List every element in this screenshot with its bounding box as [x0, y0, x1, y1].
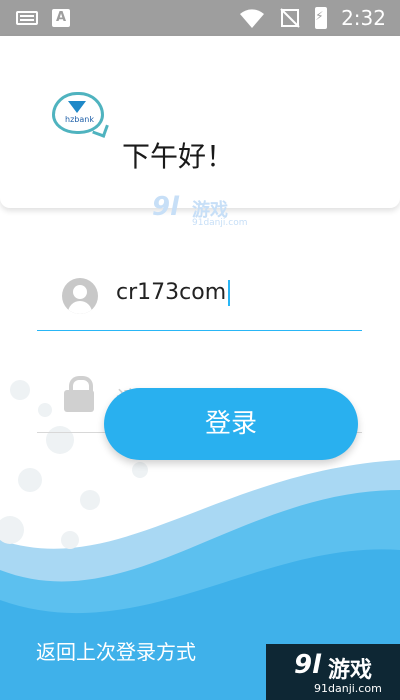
watermark-large: 9l 游戏 91danji.com: [266, 644, 400, 700]
back-to-last-login-link[interactable]: 返回上次登录方式: [36, 636, 196, 665]
watermark-small-url: 91danji.com: [192, 218, 248, 228]
username-value: cr173com: [116, 280, 227, 305]
text-cursor: [228, 280, 231, 306]
avatar-icon: [62, 278, 98, 314]
battery-charging-icon: [315, 7, 328, 29]
login-button[interactable]: 登录: [104, 388, 358, 460]
watermark-large-title: 游戏: [328, 658, 373, 683]
status-bar-right: 2:32: [239, 6, 386, 30]
logo-text: hzbank: [65, 115, 94, 124]
watermark-small-number: 9l: [152, 192, 180, 222]
status-time: 2:32: [341, 6, 386, 30]
lock-icon: [64, 376, 94, 412]
username-field[interactable]: cr173com: [116, 280, 231, 306]
username-underline: [37, 330, 362, 331]
watermark-large-number: 9l: [294, 650, 322, 680]
watermark-large-url: 91danji.com: [314, 682, 382, 695]
lock-body: [64, 390, 94, 412]
logo-diamond-icon: [68, 101, 86, 113]
wifi-icon: [240, 9, 265, 28]
keyboard-icon: [16, 11, 38, 25]
no-signal-icon: [280, 8, 300, 28]
status-bar-left: A: [16, 9, 70, 27]
watermark-small: 9l 游戏 91danji.com: [152, 192, 248, 232]
greeting-text: 下午好！: [122, 140, 235, 173]
status-bar: A 2:32: [0, 0, 400, 36]
a-notification-icon: A: [52, 9, 70, 27]
